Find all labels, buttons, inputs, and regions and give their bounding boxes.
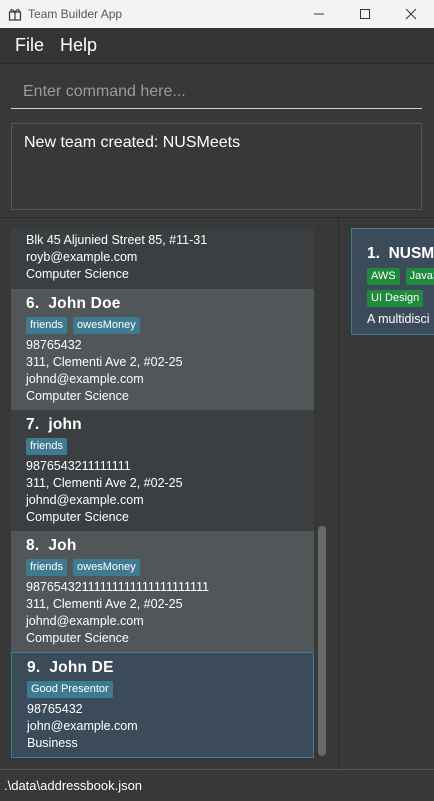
person-card[interactable]: Blk 45 Aljunied Street 85, #11-31 royb@e…	[11, 228, 314, 288]
gift-icon	[8, 7, 22, 21]
team-description: A multidisci	[367, 312, 430, 326]
person-name: 6. John Doe	[26, 295, 121, 312]
person-email: johnd@example.com	[26, 614, 144, 628]
scrollbar-thumb[interactable]	[318, 526, 326, 756]
person-name: 8. Joh	[26, 537, 77, 554]
menu-file[interactable]: File	[7, 35, 52, 56]
person-email: john@example.com	[27, 719, 138, 733]
person-address: 311, Clementi Ave 2, #02-25	[26, 597, 183, 611]
command-input[interactable]	[11, 75, 422, 109]
tag-badge: friends	[26, 438, 68, 455]
person-card[interactable]: 8. Joh friends owesMoney 987654321111111…	[11, 531, 314, 652]
person-phone: 98765432	[26, 338, 82, 352]
person-email: johnd@example.com	[26, 372, 144, 386]
result-display: New team created: NUSMeets	[11, 123, 422, 210]
person-tags: friends owesMoney	[26, 317, 299, 334]
skill-tag: AWS	[367, 268, 400, 285]
person-major: Computer Science	[26, 267, 129, 281]
tag-badge: owesMoney	[73, 317, 140, 334]
tag-badge: friends	[26, 559, 68, 576]
person-list-panel: Blk 45 Aljunied Street 85, #11-31 royb@e…	[0, 218, 339, 770]
team-list-panel: 1. NUSM AWS JavaS UI Design A multidisci	[340, 218, 434, 770]
team-card[interactable]: 1. NUSM AWS JavaS UI Design A multidisci	[351, 228, 434, 335]
person-name: 9. John DE	[27, 659, 114, 676]
person-major: Computer Science	[26, 510, 129, 524]
title-bar: Team Builder App	[0, 0, 434, 28]
person-tags: friends owesMoney	[26, 559, 299, 576]
tag-badge: Good Presentor	[27, 681, 113, 698]
person-phone: 98765432111111111111111111111	[26, 580, 210, 594]
status-bar: .\data\addressbook.json	[0, 769, 434, 801]
menu-bar: File Help	[0, 28, 434, 64]
person-phone: 9876543211111111	[26, 459, 131, 473]
menu-help[interactable]: Help	[52, 35, 105, 56]
person-email: royb@example.com	[26, 250, 138, 264]
person-list-scrollbar[interactable]	[317, 228, 327, 758]
person-email: johnd@example.com	[26, 493, 144, 507]
person-major: Computer Science	[26, 389, 129, 403]
person-major: Business	[27, 736, 78, 750]
team-skill-tags: UI Design	[367, 290, 434, 307]
person-major: Computer Science	[26, 631, 129, 645]
person-card-selected[interactable]: 9. John DE Good Presentor 98765432 john@…	[11, 652, 314, 758]
person-list[interactable]: Blk 45 Aljunied Street 85, #11-31 royb@e…	[11, 228, 314, 758]
skill-tag: UI Design	[367, 290, 424, 307]
command-box	[0, 65, 434, 117]
person-card[interactable]: 7. john friends 9876543211111111 311, Cl…	[11, 410, 314, 531]
save-location: .\data\addressbook.json	[4, 778, 143, 793]
tag-badge: friends	[26, 317, 68, 334]
lists-area: Blk 45 Aljunied Street 85, #11-31 royb@e…	[0, 217, 434, 770]
window-title: Team Builder App	[28, 7, 123, 21]
person-address: 311, Clementi Ave 2, #02-25	[26, 476, 183, 490]
maximize-icon	[360, 9, 370, 19]
skill-tag: JavaS	[405, 268, 434, 285]
team-name: 1. NUSM	[367, 245, 434, 262]
result-message: New team created: NUSMeets	[24, 134, 241, 151]
person-address: Blk 45 Aljunied Street 85, #11-31	[26, 233, 208, 247]
tag-badge: owesMoney	[73, 559, 140, 576]
close-button[interactable]	[388, 0, 434, 28]
team-skill-tags: AWS JavaS	[367, 268, 434, 285]
close-icon	[405, 8, 417, 20]
maximize-button[interactable]	[342, 0, 388, 28]
minimize-button[interactable]	[296, 0, 342, 28]
person-tags: friends	[26, 438, 299, 455]
person-phone: 98765432	[27, 702, 83, 716]
person-card[interactable]: 6. John Doe friends owesMoney 98765432 3…	[11, 289, 314, 410]
minimize-icon	[314, 13, 324, 15]
person-tags: Good Presentor	[27, 681, 298, 698]
person-name: 7. john	[26, 416, 82, 433]
person-address: 311, Clementi Ave 2, #02-25	[26, 355, 183, 369]
